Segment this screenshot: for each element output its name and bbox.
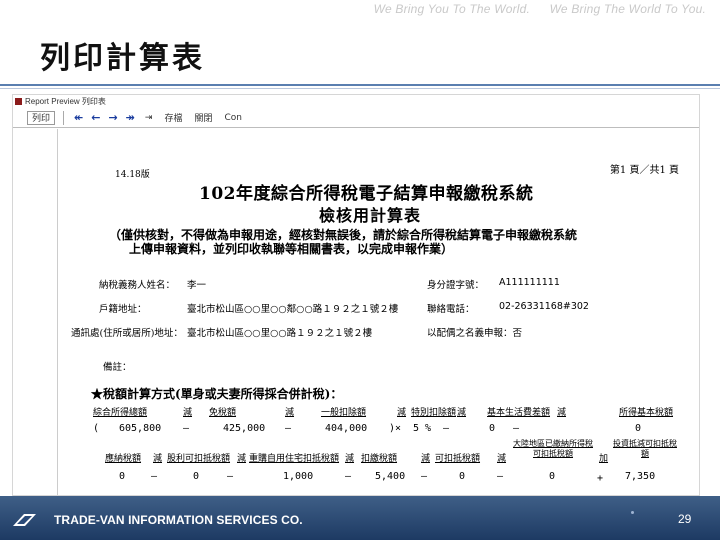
row1-exemption: 425,000 <box>223 423 266 434</box>
row2-op-plus: + <box>597 473 604 484</box>
row1-header-standard-deduction: 一般扣除額 <box>321 408 367 418</box>
row2-header-minus-2: 減 <box>237 454 247 464</box>
phone-label: 聯絡電話： <box>427 304 475 315</box>
row2-header-minus-4: 減 <box>421 454 431 464</box>
footer-dot <box>631 511 634 514</box>
tagline: We Bring You To The World. We Bring The … <box>358 2 706 16</box>
company-logo-icon <box>13 514 36 526</box>
row2-op-2: — <box>227 471 234 482</box>
tagline-part-2: We Bring The World To You. <box>549 2 706 16</box>
phone-value: 02-26331168#302 <box>499 301 589 312</box>
row2-header-creditable: 可扣抵稅額 <box>435 454 481 464</box>
row1-header-minus-5: 減 <box>557 408 567 418</box>
row2-op-4: — <box>421 471 428 482</box>
row1-op-3: — <box>443 423 450 434</box>
row2-header-minus-5: 減 <box>497 454 507 464</box>
taxpayer-name-label: 納稅義務人姓名： <box>99 280 176 291</box>
row2-op-1: — <box>151 471 158 482</box>
page-margin-line <box>57 129 58 495</box>
row2-op-3: — <box>345 471 352 482</box>
tagline-part-1: We Bring You To The World. <box>373 2 531 16</box>
report-subheading: 檢核用計算表 <box>319 206 422 225</box>
row1-header-special-deduction: 特別扣除額 <box>411 408 457 418</box>
id-label: 身分證字號： <box>427 280 485 291</box>
row2-header-investment-credit: 投資抵減可扣抵稅額 <box>613 439 677 458</box>
row2-header-repurchase-credit: 重購自用住宅扣抵稅額 <box>249 454 340 464</box>
remark-label: 備註： <box>103 362 132 373</box>
row1-header-minus-3: 減 <box>397 408 407 418</box>
report-page: 14.18版 第1 頁／共1 頁 102年度綜合所得稅電子結算申報繳稅系統 檢核… <box>59 129 699 495</box>
row1-basic-living: 0 <box>489 423 496 434</box>
row2-header-tax-payable: 應納稅額 <box>105 454 142 464</box>
company-name: TRADE-VAN INFORMATION SERVICES CO. <box>54 513 303 527</box>
taxpayer-name: 李一 <box>187 280 207 291</box>
save-button[interactable]: 存檔 <box>160 112 186 124</box>
window-title: Report Preview 列印表 <box>25 97 106 106</box>
row1-header-minus-4: 減 <box>457 408 467 418</box>
prev-page-button[interactable]: ← <box>89 111 102 124</box>
row2-withholding: 5,400 <box>375 471 406 482</box>
preview-canvas[interactable]: 14.18版 第1 頁／共1 頁 102年度綜合所得稅電子結算申報繳稅系統 檢核… <box>13 129 699 495</box>
row1-basic-tax: 0 <box>635 423 642 434</box>
app-icon <box>15 98 22 105</box>
report-preview-window: Report Preview 列印表 列印 ↞ ← → ↠ ⇥ 存檔 關閉 Co… <box>12 94 700 496</box>
row2-header-dividend-credit: 股利可扣抵稅額 <box>167 454 231 464</box>
row1-op-2: — <box>285 423 292 434</box>
row2-dividend-credit: 0 <box>193 471 200 482</box>
mail-address-label: 通訊處(住所或居所)地址： <box>71 328 183 339</box>
row2-creditable: 0 <box>459 471 466 482</box>
zoom-control[interactable]: Con <box>220 112 246 124</box>
goto-page-button[interactable]: ⇥ <box>141 112 157 124</box>
row2-op-5: — <box>497 471 504 482</box>
row2-header-mainland-credit: 大陸地區已繳納所得稅可扣抵稅額 <box>513 439 593 458</box>
report-page-info: 第1 頁／共1 頁 <box>609 165 679 176</box>
row1-rate: 5 <box>413 423 420 434</box>
title-divider <box>0 84 720 86</box>
row1-total-income: 605,800 <box>119 423 162 434</box>
section-title: ★稅額計算方式(單身或夫妻所得採合併計稅)： <box>91 387 343 401</box>
row1-op-4: — <box>513 423 520 434</box>
household-address: 臺北市松山區○○里○○鄰○○路１９２之１號２樓 <box>187 304 399 315</box>
id-value: A111111111 <box>499 277 560 288</box>
row1-standard-deduction: 404,000 <box>325 423 368 434</box>
row1-header-basic-tax: 所得基本稅額 <box>619 408 674 418</box>
toolbar: 列印 ↞ ← → ↠ ⇥ 存檔 關閉 Con <box>13 108 699 128</box>
row1-open-paren: ( <box>93 423 100 434</box>
next-page-button[interactable]: → <box>106 111 119 124</box>
report-version: 14.18版 <box>115 170 150 180</box>
row2-tax-payable: 0 <box>119 471 126 482</box>
row2-investment-credit: 7,350 <box>625 471 656 482</box>
toolbar-separator <box>63 110 65 125</box>
spouse-declaration: 以配偶之名義申報：否 <box>427 328 523 339</box>
row1-header-exemption: 免稅額 <box>209 408 237 418</box>
window-titlebar: Report Preview 列印表 <box>13 95 699 108</box>
footer-bar: TRADE-VAN INFORMATION SERVICES CO. 29 <box>0 496 720 540</box>
row1-header-minus-2: 減 <box>285 408 295 418</box>
first-page-button[interactable]: ↞ <box>72 111 85 124</box>
print-button[interactable]: 列印 <box>27 110 56 125</box>
row2-header-withholding: 扣繳稅額 <box>361 454 398 464</box>
row2-repurchase-credit: 1,000 <box>283 471 314 482</box>
row1-header-basic-living: 基本生活費差額 <box>487 408 551 418</box>
page-number: 29 <box>678 512 692 526</box>
row2-header-minus-3: 減 <box>345 454 355 464</box>
report-heading: 102年度綜合所得稅電子結算申報繳稅系統 <box>199 184 534 204</box>
row2-header-minus-1: 減 <box>153 454 163 464</box>
row1-percent: % <box>425 423 432 434</box>
row1-close-paren: )× <box>389 423 402 434</box>
household-label: 戶籍地址： <box>99 304 147 315</box>
close-button[interactable]: 關閉 <box>190 112 216 124</box>
slide-title: 列印計算表 <box>40 41 205 76</box>
row1-header-total-income: 綜合所得總額 <box>93 408 148 418</box>
mail-address: 臺北市松山區○○里○○路１９２之１號２樓 <box>187 328 373 339</box>
row2-mainland-credit: 0 <box>549 471 556 482</box>
row1-op-1: — <box>183 423 190 434</box>
report-notice-2: 上傳申報資料，並列印收執聯等相關書表，以完成申報作業） <box>129 242 454 256</box>
title-divider-thin <box>0 88 720 89</box>
last-page-button[interactable]: ↠ <box>124 111 137 124</box>
row1-header-minus-1: 減 <box>183 408 193 418</box>
row2-header-plus: 加 <box>599 454 609 464</box>
